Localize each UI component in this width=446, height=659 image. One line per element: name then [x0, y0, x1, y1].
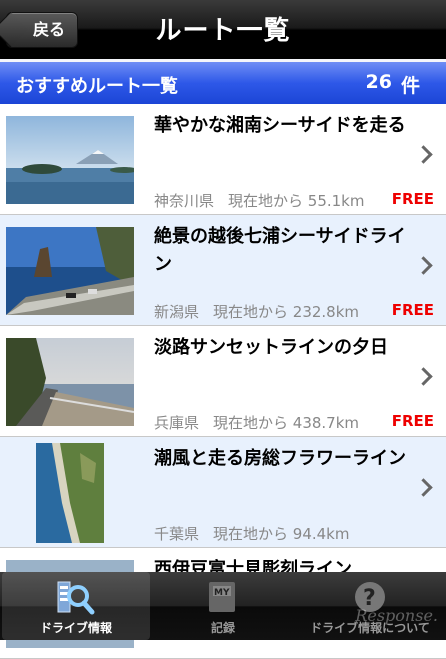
route-meta: 神奈川県 現在地から 55.1km	[154, 190, 364, 211]
route-row[interactable]: 華やかな湘南シーサイドを走る 神奈川県 現在地から 55.1km FREE	[0, 104, 446, 215]
route-meta: 千葉県 現在地から 94.4km	[154, 523, 349, 544]
route-thumbnail-echigo	[6, 227, 134, 315]
drive-info-icon	[56, 578, 96, 622]
route-row[interactable]: 潮風と走る房総フラワーライン 千葉県 現在地から 94.4km	[0, 437, 446, 548]
route-distance: 現在地から 94.4km	[213, 525, 350, 543]
route-meta: 新潟県 現在地から 232.8km	[154, 301, 359, 322]
chevron-right-icon	[414, 367, 433, 386]
route-price-badge: FREE	[391, 412, 434, 430]
route-prefecture: 新潟県	[154, 303, 200, 321]
route-name: 淡路サンセットラインの夕日	[154, 337, 388, 358]
section-header: おすすめルート一覧 26 件	[0, 62, 446, 104]
route-meta: 兵庫県 現在地から 438.7km	[154, 412, 359, 433]
route-count: 26	[365, 71, 392, 93]
route-thumbnail-boso	[36, 443, 104, 543]
record-icon: MY	[203, 578, 243, 622]
section-title: おすすめルート一覧	[16, 76, 178, 97]
route-price-badge: FREE	[391, 301, 434, 319]
tab-drive-info[interactable]: ドライブ情報	[2, 572, 150, 640]
chevron-right-icon	[414, 478, 433, 497]
tab-label: ドライブ情報	[39, 621, 112, 635]
tab-record[interactable]: MY 記録	[149, 572, 297, 640]
route-name: 潮風と走る房総フラワーライン	[154, 448, 406, 469]
route-distance: 現在地から 232.8km	[213, 303, 360, 321]
route-prefecture: 千葉県	[154, 525, 200, 543]
route-name: 絶景の越後七浦シーサイドライン	[154, 226, 406, 275]
route-prefecture: 神奈川県	[154, 192, 215, 210]
chevron-right-icon	[414, 256, 433, 275]
svg-text:MY: MY	[214, 588, 230, 598]
route-price-badge: FREE	[391, 190, 434, 208]
tab-label: 記録	[210, 621, 235, 635]
route-distance: 現在地から 55.1km	[228, 192, 365, 210]
route-distance: 現在地から 438.7km	[213, 414, 360, 432]
route-thumbnail-awaji	[6, 338, 134, 426]
chevron-right-icon	[414, 145, 433, 164]
page-title: ルート一覧	[155, 16, 291, 46]
route-name: 華やかな湘南シーサイドを走る	[154, 115, 406, 136]
watermark-logo: Response.	[355, 606, 438, 625]
route-row[interactable]: 絶景の越後七浦シーサイドライン 新潟県 現在地から 232.8km FREE	[0, 215, 446, 326]
route-count-unit: 件	[400, 75, 420, 97]
route-row[interactable]: 淡路サンセットラインの夕日 兵庫県 現在地から 438.7km FREE	[0, 326, 446, 437]
tab-bar: ドライブ情報 MY 記録 ? ドライブ情報について Response.	[0, 572, 446, 640]
route-prefecture: 兵庫県	[154, 414, 200, 432]
nav-bar: 戻る ルート一覧	[0, 0, 446, 59]
route-thumbnail-shonan	[6, 116, 134, 204]
